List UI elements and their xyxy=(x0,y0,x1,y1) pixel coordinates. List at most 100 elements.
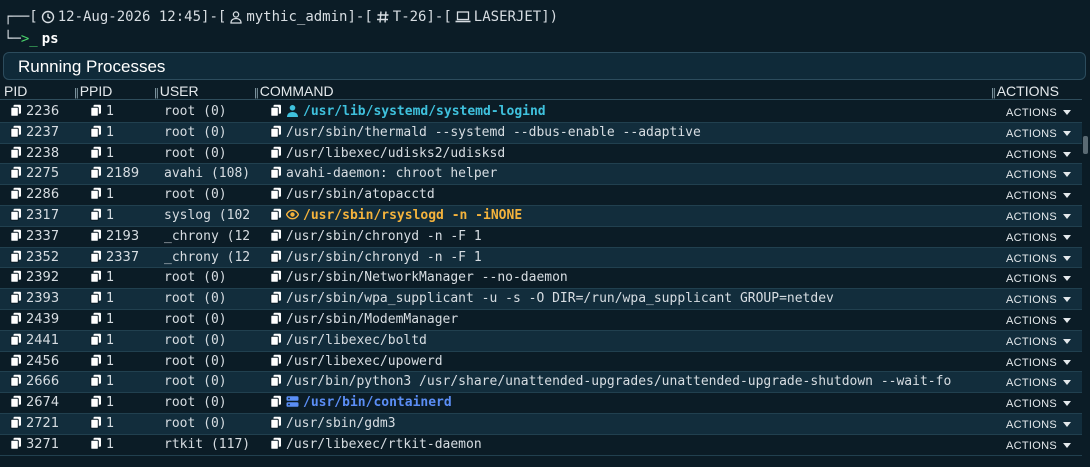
ppid-value: 1 xyxy=(106,124,115,140)
chevron-down-icon xyxy=(1063,338,1071,344)
actions-dropdown[interactable]: ACTIONS xyxy=(1006,375,1084,391)
actions-dropdown[interactable]: ACTIONS xyxy=(1006,167,1084,183)
copy-icon[interactable] xyxy=(270,374,282,388)
copy-icon[interactable] xyxy=(10,146,22,159)
actions-dropdown[interactable]: ACTIONS xyxy=(1006,251,1084,267)
command-value: /usr/libexec/upowerd xyxy=(286,353,443,369)
copy-icon[interactable] xyxy=(90,146,102,159)
copy-icon[interactable] xyxy=(10,395,22,408)
column-header-ppid[interactable]: || PPID xyxy=(74,83,112,99)
copy-icon[interactable] xyxy=(10,229,22,242)
copy-icon[interactable] xyxy=(10,354,22,367)
actions-dropdown[interactable]: ACTIONS xyxy=(1006,313,1084,329)
actions-dropdown[interactable]: ACTIONS xyxy=(1006,271,1084,287)
copy-icon[interactable] xyxy=(10,208,22,221)
copy-icon[interactable] xyxy=(10,125,22,138)
actions-dropdown[interactable]: ACTIONS xyxy=(1006,417,1084,433)
user-cell: root (0) xyxy=(164,353,227,369)
copy-icon[interactable] xyxy=(10,333,22,346)
copy-icon[interactable] xyxy=(90,270,102,284)
copy-icon[interactable] xyxy=(270,312,282,325)
ppid-value: 1 xyxy=(106,207,115,223)
copy-icon[interactable] xyxy=(90,354,102,367)
copy-icon[interactable] xyxy=(90,229,102,242)
actions-dropdown[interactable]: ACTIONS xyxy=(1006,396,1084,412)
copy-icon[interactable] xyxy=(90,416,102,429)
copy-icon[interactable] xyxy=(90,104,102,117)
column-header-actions[interactable]: || ACTIONS xyxy=(991,83,1059,99)
copy-icon[interactable] xyxy=(270,395,282,408)
copy-icon[interactable] xyxy=(270,229,282,242)
copy-icon[interactable] xyxy=(90,374,102,388)
pid-value: 2721 xyxy=(26,415,60,431)
copy-icon[interactable] xyxy=(270,354,282,367)
copy-icon[interactable] xyxy=(90,125,102,138)
pid-value: 2352 xyxy=(26,249,60,265)
copy-icon[interactable] xyxy=(10,374,22,388)
copy-icon[interactable] xyxy=(10,437,22,450)
actions-dropdown[interactable]: ACTIONS xyxy=(1006,105,1084,121)
prompt-arrow: >_ xyxy=(20,31,38,47)
chevron-down-icon xyxy=(1063,130,1071,136)
copy-icon[interactable] xyxy=(90,250,102,263)
copy-icon[interactable] xyxy=(10,250,22,263)
copy-icon[interactable] xyxy=(270,416,282,429)
pid-cell: 2456 xyxy=(10,354,80,370)
user-cell: root (0) xyxy=(164,374,227,390)
command-cell: /usr/bin/python3 /usr/share/unattended-u… xyxy=(270,374,990,390)
column-header-command[interactable]: || COMMAND xyxy=(254,83,334,99)
actions-dropdown[interactable]: ACTIONS xyxy=(1006,292,1084,308)
copy-icon[interactable] xyxy=(270,291,282,304)
copy-icon[interactable] xyxy=(10,270,22,284)
process-table-body: 2236 1 root (0) /usr/lib/systemd/systemd-lo… xyxy=(0,102,1082,456)
actions-dropdown[interactable]: ACTIONS xyxy=(1006,334,1084,350)
user-icon xyxy=(287,105,298,117)
copy-icon[interactable] xyxy=(90,166,102,180)
actions-dropdown[interactable]: ACTIONS xyxy=(1006,230,1084,246)
copy-icon[interactable] xyxy=(90,208,102,221)
prompt-line-1: ┌──[ 12-Aug-2026 12:45 ]-[ mythic_admin … xyxy=(4,6,1090,28)
copy-icon[interactable] xyxy=(90,395,102,408)
actions-dropdown[interactable]: ACTIONS xyxy=(1006,147,1084,163)
pid-value: 2317 xyxy=(26,207,60,223)
chevron-down-icon xyxy=(1063,421,1071,427)
copy-icon[interactable] xyxy=(90,291,102,304)
copy-icon[interactable] xyxy=(10,291,22,304)
ppid-value: 1 xyxy=(106,311,115,327)
copy-icon[interactable] xyxy=(270,250,282,263)
chevron-down-icon xyxy=(1063,380,1071,386)
actions-label: ACTIONS xyxy=(1006,210,1057,223)
copy-icon[interactable] xyxy=(270,333,282,346)
copy-icon[interactable] xyxy=(10,166,22,180)
scrollbar-thumb[interactable] xyxy=(1083,136,1088,154)
copy-icon[interactable] xyxy=(270,270,282,284)
actions-dropdown[interactable]: ACTIONS xyxy=(1006,438,1084,454)
copy-icon[interactable] xyxy=(10,187,22,200)
column-header-user[interactable]: || USER xyxy=(154,83,199,99)
column-header-pid[interactable]: PID xyxy=(4,83,27,99)
copy-icon[interactable] xyxy=(90,333,102,346)
copy-icon[interactable] xyxy=(270,146,282,159)
copy-icon[interactable] xyxy=(270,208,282,221)
copy-icon[interactable] xyxy=(270,104,282,117)
user-cell: root (0) xyxy=(164,395,227,411)
actions-dropdown[interactable]: ACTIONS xyxy=(1006,126,1084,142)
copy-icon[interactable] xyxy=(90,312,102,325)
actions-dropdown[interactable]: ACTIONS xyxy=(1006,355,1084,371)
actions-dropdown[interactable]: ACTIONS xyxy=(1006,209,1084,225)
command-cell: /usr/bin/containerd xyxy=(270,395,990,411)
user-cell: root (0) xyxy=(164,124,227,140)
actions-dropdown[interactable]: ACTIONS xyxy=(1006,188,1084,204)
copy-icon[interactable] xyxy=(90,187,102,200)
actions-label: ACTIONS xyxy=(1006,377,1057,390)
copy-icon[interactable] xyxy=(10,416,22,429)
copy-icon[interactable] xyxy=(270,437,282,450)
scrollbar-track[interactable] xyxy=(1083,102,1088,457)
user-cell: root (0) xyxy=(164,104,227,119)
copy-icon[interactable] xyxy=(90,437,102,450)
copy-icon[interactable] xyxy=(270,187,282,200)
copy-icon[interactable] xyxy=(10,104,22,117)
copy-icon[interactable] xyxy=(270,125,282,138)
copy-icon[interactable] xyxy=(10,312,22,325)
copy-icon[interactable] xyxy=(270,166,282,180)
